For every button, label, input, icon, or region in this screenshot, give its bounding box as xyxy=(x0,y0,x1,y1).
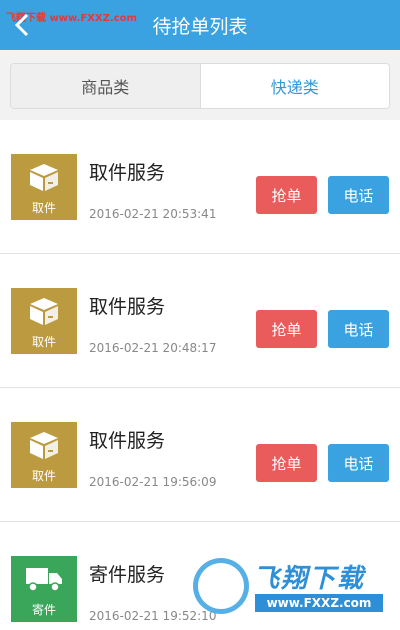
order-list: 取件 取件服务 2016-02-21 20:53:41 抢单 电话 取件 取件服… xyxy=(0,120,400,630)
list-item[interactable]: 取件 取件服务 2016-02-21 20:48:17 抢单 电话 xyxy=(0,254,400,388)
watermark-url: www.FXXZ.com xyxy=(255,594,383,612)
call-button[interactable]: 电话 xyxy=(328,310,389,348)
watermark-logo: 飞翔下载 www.FXXZ.com xyxy=(193,556,393,620)
watermark-circle-icon xyxy=(193,558,249,614)
service-name: 取件服务 xyxy=(89,296,166,318)
list-item[interactable]: 取件 取件服务 2016-02-21 20:53:41 抢单 电话 xyxy=(0,120,400,254)
call-button[interactable]: 电话 xyxy=(328,176,389,214)
order-time: 2016-02-21 19:56:09 xyxy=(89,475,217,489)
service-name: 取件服务 xyxy=(89,430,166,452)
box-icon xyxy=(30,298,58,325)
truck-icon xyxy=(26,568,62,592)
box-icon xyxy=(30,432,58,459)
pickup-badge: 取件 xyxy=(11,154,77,220)
tab-express[interactable]: 快递类 xyxy=(200,64,389,108)
app-header: 飞翔下载 www.FXXZ.com 待抢单列表 xyxy=(0,0,400,50)
send-badge: 寄件 xyxy=(11,556,77,622)
pickup-badge: 取件 xyxy=(11,422,77,488)
service-name: 取件服务 xyxy=(89,162,166,184)
order-time: 2016-02-21 20:53:41 xyxy=(89,207,217,221)
grab-order-button[interactable]: 抢单 xyxy=(256,176,317,214)
icon-label: 寄件 xyxy=(31,603,56,617)
icon-label: 取件 xyxy=(31,469,56,483)
call-button[interactable]: 电话 xyxy=(328,444,389,482)
service-name: 寄件服务 xyxy=(89,564,166,586)
list-item[interactable]: 取件 取件服务 2016-02-21 19:56:09 抢单 电话 xyxy=(0,388,400,522)
grab-order-button[interactable]: 抢单 xyxy=(256,310,317,348)
pickup-badge: 取件 xyxy=(11,288,77,354)
grab-order-button[interactable]: 抢单 xyxy=(256,444,317,482)
icon-label: 取件 xyxy=(31,335,56,349)
order-time: 2016-02-21 20:48:17 xyxy=(89,341,217,355)
icon-label: 取件 xyxy=(31,201,56,215)
category-tabs: 商品类 快递类 xyxy=(10,63,390,109)
box-icon xyxy=(30,164,58,191)
tab-goods[interactable]: 商品类 xyxy=(11,64,201,108)
watermark-brand: 飞翔下载 xyxy=(253,564,366,594)
page-title: 待抢单列表 xyxy=(152,16,248,38)
